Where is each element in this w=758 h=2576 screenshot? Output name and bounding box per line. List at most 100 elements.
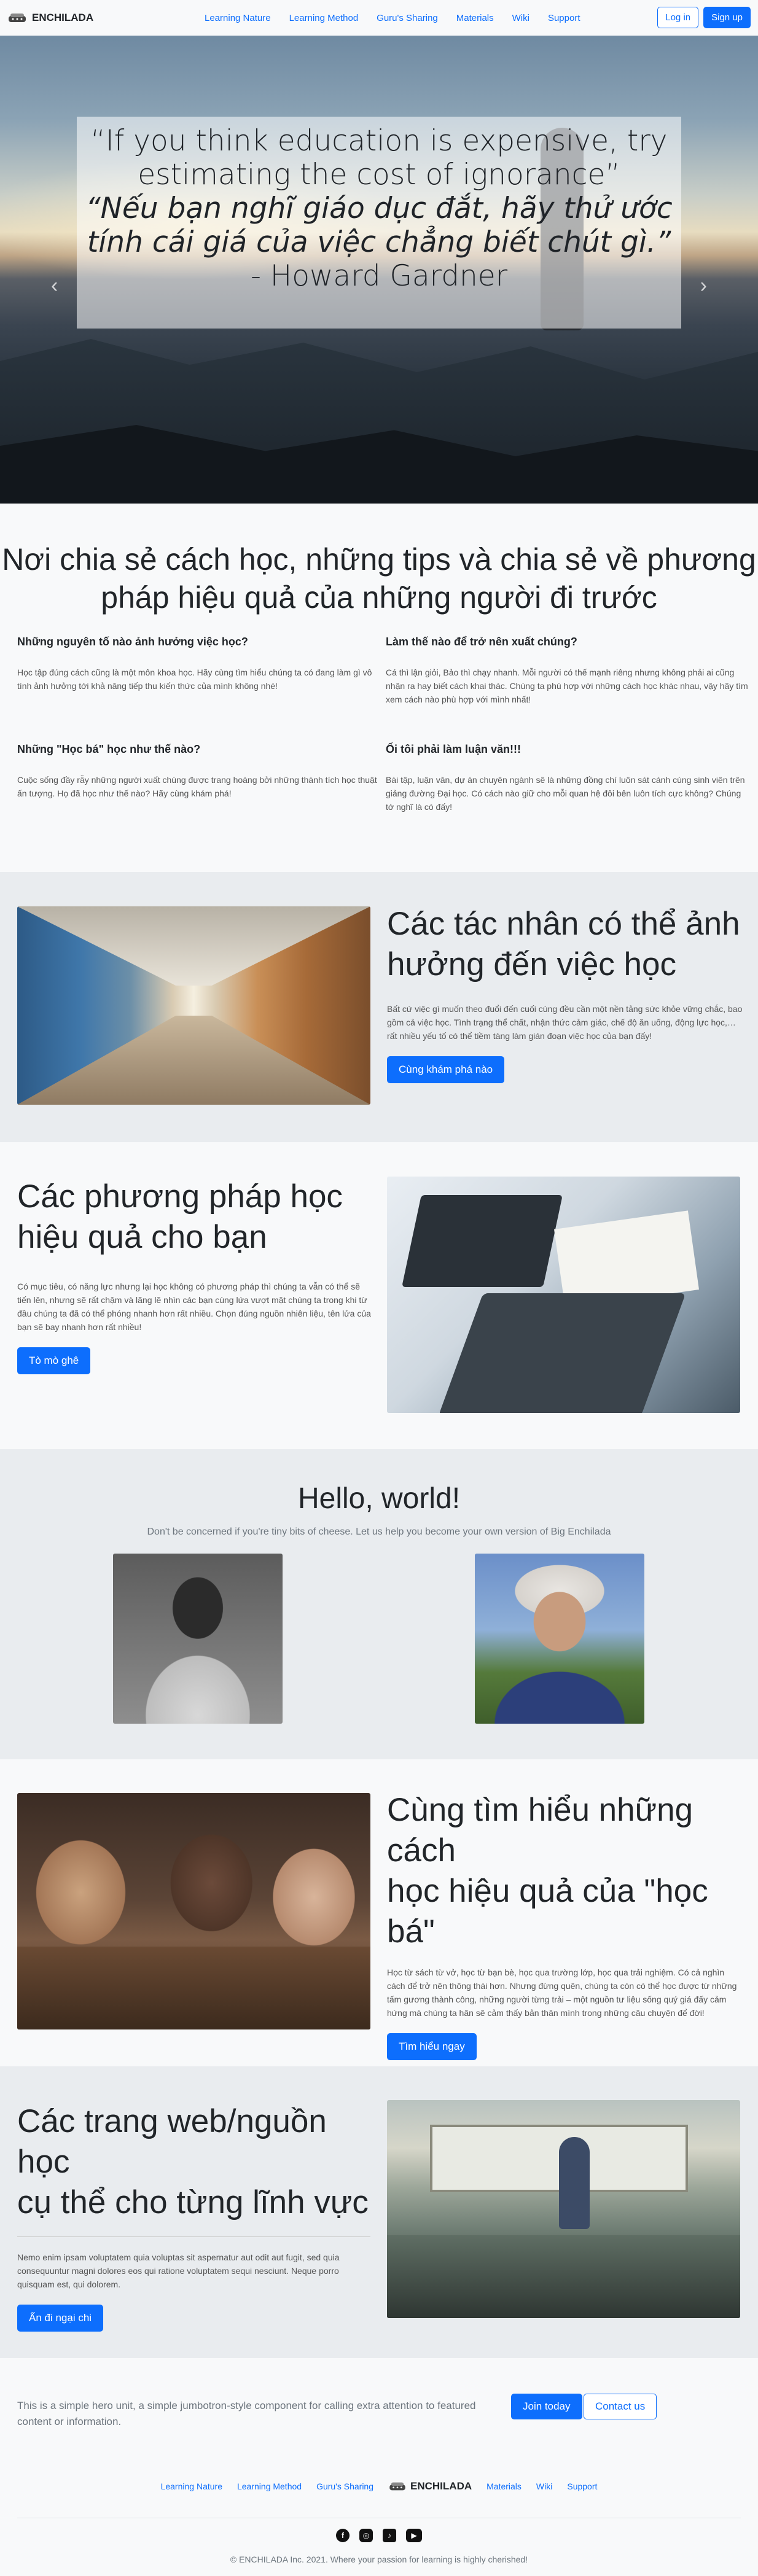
feature-item: Làm thế nào để trở nên xuất chúng? Cá th… — [386, 636, 748, 706]
features-title: Nơi chia sẻ cách học, những tips và chia… — [0, 540, 758, 617]
hero-quote: “If you think education is expensive, tr… — [77, 117, 681, 329]
scholars-title: Cùng tìm hiểu những cách học hiệu quả củ… — [387, 1790, 743, 1952]
nav-link-learning-method[interactable]: Learning Method — [280, 13, 368, 23]
methods-title-line-1: Các phương pháp học — [17, 1178, 343, 1215]
carousel-prev-icon[interactable]: ‹ — [51, 275, 58, 296]
nav-link-support[interactable]: Support — [539, 13, 590, 23]
methods-section: Các phương pháp học hiệu quả cho bạn Có … — [0, 1142, 758, 1449]
footer-brand[interactable]: ENCHILADA — [381, 2480, 479, 2492]
classroom-desks — [387, 2235, 740, 2318]
login-button[interactable]: Log in — [657, 7, 699, 28]
feature-heading: Làm thế nào để trở nên xuất chúng? — [386, 636, 577, 648]
scholars-title-line-1: Cùng tìm hiểu những cách — [387, 1792, 694, 1869]
social-links: f ◎ ♪ ▶ — [0, 2529, 758, 2542]
group-table — [17, 1947, 370, 2029]
factors-title-line-1: Các tác nhân có thể ảnh — [387, 906, 740, 942]
resources-title: Các trang web/nguồn học cụ thể cho từng … — [17, 2101, 373, 2223]
learn-now-button[interactable]: Tìm hiểu ngay — [387, 2033, 477, 2060]
footer-link-materials[interactable]: Materials — [479, 2481, 529, 2491]
curious-button[interactable]: Tò mò ghê — [17, 1347, 91, 1374]
laptop-keyboard — [438, 1293, 686, 1413]
copyright-text: © ENCHILADA Inc. 2021. Where your passio… — [230, 2555, 528, 2564]
footer-link-gurus-sharing[interactable]: Guru's Sharing — [309, 2481, 381, 2491]
tiktok-icon[interactable]: ♪ — [383, 2529, 396, 2542]
laptop-image — [387, 1177, 740, 1413]
dont-hesitate-button[interactable]: Ấn đi ngại chi — [17, 2305, 104, 2332]
factors-section: Các tác nhân có thể ảnh hưởng đến việc h… — [0, 872, 758, 1142]
resources-text: Nemo enim ipsam voluptatem quia voluptas… — [17, 2252, 340, 2289]
feature-item: Ối tôi phải làm luận văn!!! Bài tập, luậ… — [386, 743, 748, 814]
feature-text: Cá thì lận giỏi, Bảo thì chạy nhanh. Mỗi… — [386, 667, 748, 704]
feature-text: Cuộc sống đầy rẫy những người xuất chúng… — [17, 775, 377, 798]
factors-content: Các tác nhân có thể ảnh hưởng đến việc h… — [387, 904, 743, 1083]
feature-text: Bài tập, luận văn, dự án chuyên ngành sẽ… — [386, 775, 745, 812]
features-title-line-1: Nơi chia sẻ cách học, những tips và chia… — [2, 542, 756, 577]
methods-text: Có mục tiêu, có năng lực nhưng lại học k… — [17, 1282, 371, 1332]
resources-section: Các trang web/nguồn học cụ thể cho từng … — [0, 2066, 758, 2358]
scholars-text: Học từ sách từ vở, học từ bạn bè, học qu… — [387, 1967, 737, 2018]
group-study-image — [17, 1793, 370, 2029]
enchilada-logo-icon — [389, 2482, 405, 2491]
hallway-image — [17, 906, 370, 1105]
nav-link-wiki[interactable]: Wiki — [503, 13, 539, 23]
youtube-icon[interactable]: ▶ — [406, 2529, 422, 2542]
methods-title: Các phương pháp học hiệu quả cho bạn — [17, 1177, 373, 1258]
instagram-icon[interactable]: ◎ — [359, 2529, 373, 2542]
nav-links: Learning Nature Learning Method Guru's S… — [195, 0, 590, 36]
scholars-content: Cùng tìm hiểu những cách học hiệu quả củ… — [387, 1790, 743, 2060]
auth-buttons: Log in Sign up — [657, 7, 751, 28]
feature-item: Những nguyên tố nào ảnh hưởng việc học? … — [17, 636, 380, 693]
scholars-title-line-2: học hiệu quả của "học bá" — [387, 1873, 708, 1950]
nav-link-learning-nature[interactable]: Learning Nature — [195, 13, 280, 23]
nav-link-gurus-sharing[interactable]: Guru's Sharing — [367, 13, 447, 23]
methods-content: Các phương pháp học hiệu quả cho bạn Có … — [17, 1177, 373, 1374]
resources-title-line-2: cụ thể cho từng lĩnh vực — [17, 2184, 369, 2220]
nav-link-materials[interactable]: Materials — [447, 13, 503, 23]
contact-us-button[interactable]: Contact us — [584, 2394, 657, 2419]
explore-factors-button[interactable]: Cùng khám phá nào — [387, 1056, 505, 1083]
hallway-ceiling — [17, 906, 370, 986]
quote-en-line-2: estimating the cost of ignorance” — [138, 158, 620, 192]
hero-carousel: “If you think education is expensive, tr… — [0, 36, 758, 504]
classroom-teacher — [559, 2137, 590, 2229]
factors-title: Các tác nhân có thể ảnh hưởng đến việc h… — [387, 904, 743, 985]
factors-title-line-2: hưởng đến việc học — [387, 946, 676, 983]
hallway-floor — [17, 1015, 370, 1105]
portrait-photo-1 — [113, 1554, 283, 1724]
feature-heading: Ối tôi phải làm luận văn!!! — [386, 743, 522, 755]
footer-link-wiki[interactable]: Wiki — [529, 2481, 560, 2491]
footer-brand-name: ENCHILADA — [410, 2480, 472, 2492]
feature-text: Học tập đúng cách cũng là một môn khoa h… — [17, 667, 372, 691]
feature-item: Những "Học bá" học như thế nào? Cuộc sốn… — [17, 743, 380, 800]
factors-text: Bất cứ việc gì muốn theo đuổi đến cuối c… — [387, 1004, 743, 1041]
hello-title: Hello, world! — [297, 1482, 461, 1515]
top-navbar: ENCHILADA Learning Nature Learning Metho… — [0, 0, 758, 36]
portrait-photo-2 — [475, 1554, 644, 1724]
join-today-button[interactable]: Join today — [511, 2394, 582, 2419]
feature-heading: Những "Học bá" học như thế nào? — [17, 743, 201, 755]
quote-vi-line-2: tính cái giá của việc chẳng biết chút gì… — [87, 225, 671, 259]
quote-author: - Howard Gardner — [250, 259, 508, 293]
quote-vi-line-1: “Nếu bạn nghĩ giáo dục đắt, hãy thử ước — [85, 192, 673, 225]
facebook-icon[interactable]: f — [336, 2529, 350, 2542]
resources-content: Các trang web/nguồn học cụ thể cho từng … — [17, 2101, 373, 2332]
methods-title-line-2: hiệu quả cho bạn — [17, 1219, 267, 1255]
footer-link-learning-method[interactable]: Learning Method — [230, 2481, 309, 2491]
cta-text: This is a simple hero unit, a simple jum… — [17, 2400, 476, 2427]
classroom-image — [387, 2100, 740, 2318]
resources-title-line-1: Các trang web/nguồn học — [17, 2103, 327, 2180]
feature-heading: Những nguyên tố nào ảnh hưởng việc học? — [17, 636, 248, 648]
enchilada-logo-icon — [9, 14, 26, 22]
hello-section: Hello, world! Don't be concerned if you'… — [0, 1449, 758, 1759]
divider — [17, 2236, 370, 2237]
footer-nav: Learning Nature Learning Method Guru's S… — [0, 2472, 758, 2501]
brand[interactable]: ENCHILADA — [7, 11, 93, 25]
footer-link-learning-nature[interactable]: Learning Nature — [154, 2481, 230, 2491]
footer-link-support[interactable]: Support — [560, 2481, 604, 2491]
scholars-section: Cùng tìm hiểu những cách học hiệu quả củ… — [0, 1759, 758, 2066]
hello-subtitle: Don't be concerned if you're tiny bits o… — [147, 1527, 611, 1537]
quote-en-line-1: “If you think education is expensive, tr… — [90, 124, 668, 158]
signup-button[interactable]: Sign up — [703, 7, 751, 28]
carousel-next-icon[interactable]: › — [700, 275, 707, 296]
laptop-screen — [402, 1195, 563, 1287]
